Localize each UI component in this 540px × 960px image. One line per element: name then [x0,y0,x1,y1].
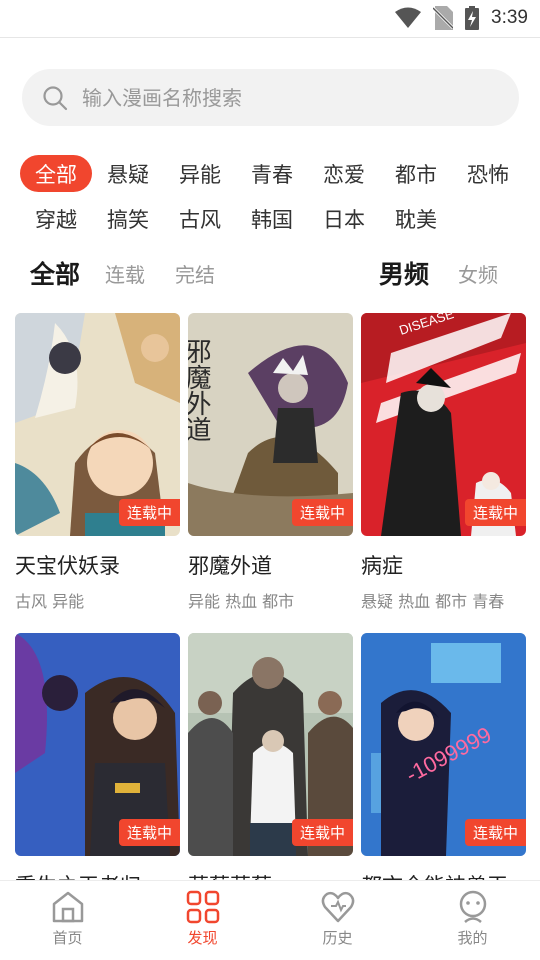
tab-label: 我的 [457,929,488,947]
comic-card[interactable]: -1099999 连载中 都市全能神兽王 [361,633,526,880]
genre-chip-all[interactable]: 全部 [20,155,92,192]
status-badge: 连载中 [118,499,180,526]
genre-chip-horror[interactable]: 恐怖 [452,155,524,192]
comic-tags: 异能 热血 都市 [188,592,295,611]
comic-card[interactable]: 连载中 天宝伏妖录 古风 异能 [15,313,180,612]
genre-chip-romance[interactable]: 恋爱 [308,155,380,192]
genre-chip-japan[interactable]: 日本 [308,200,380,237]
genre-chip-time-travel[interactable]: 穿越 [20,200,92,237]
tab-discover[interactable]: 发现 [135,881,270,960]
battery-charging-icon [465,6,480,30]
comic-title[interactable]: 病症 [361,550,526,580]
no-sim-icon [433,6,454,30]
comic-title[interactable]: 邪魔外道 [188,550,353,580]
cover-title-art: 邪魔外道 [188,338,211,442]
comic-cover[interactable]: 连载中 [15,633,180,856]
comic-title[interactable]: 都市全能神兽王 [361,870,526,880]
comic-card[interactable]: 邪魔外道 连载中 邪魔外道 异能 热血 都市 [188,313,353,612]
genre-chip-superpower[interactable]: 异能 [164,155,236,192]
search-bar[interactable] [22,69,519,126]
genre-chip-youth[interactable]: 青春 [236,155,308,192]
filter-ongoing[interactable]: 连载 [105,252,145,298]
tab-label: 首页 [52,929,83,947]
filter-completed[interactable]: 完结 [175,252,215,298]
comic-cover[interactable]: -1099999 连载中 [361,633,526,856]
status-badge: 连载中 [464,499,526,526]
comic-grid: 连载中 天宝伏妖录 古风 异能 邪魔外道 连载中 邪魔外道 异能 热血 都市 D… [15,313,526,880]
comic-title[interactable]: 天宝伏妖录 [15,550,180,580]
status-badge: 连载中 [291,499,353,526]
status-badge: 连载中 [291,819,353,846]
comic-tags: 悬疑 热血 都市 青春 [361,592,505,611]
history-heart-icon [321,891,354,923]
bottom-tab-bar: 首页 发现 历史 我的 [0,880,540,960]
filter-male[interactable]: 男频 [379,252,429,298]
genre-filter: 全部 悬疑 异能 青春 恋爱 都市 恐怖 穿越 搞笑 古风 韩国 日本 耽美 [20,155,525,237]
comic-title[interactable]: 重生之王者归 [15,870,180,880]
comic-cover[interactable]: 连载中 [15,313,180,536]
wifi-icon [395,7,422,28]
header-divider [0,37,540,38]
discover-icon [186,890,219,924]
status-time: 3:39 [491,7,528,28]
status-badge: 连载中 [118,819,180,846]
comic-tags: 古风 异能 [15,592,85,611]
tab-profile[interactable]: 我的 [405,881,540,960]
search-icon [43,85,68,110]
filter-female[interactable]: 女频 [458,252,498,298]
sort-filters: 全部 连载 完结 男频 女频 [30,252,510,298]
genre-chip-suspense[interactable]: 悬疑 [92,155,164,192]
genre-chip-ancient[interactable]: 古风 [164,200,236,237]
tab-label: 发现 [187,929,218,947]
comic-cover[interactable]: 连载中 [188,633,353,856]
tab-label: 历史 [322,929,353,947]
tab-history[interactable]: 历史 [270,881,405,960]
genre-chip-korea[interactable]: 韩国 [236,200,308,237]
status-bar: 3:39 [0,0,540,36]
tab-home[interactable]: 首页 [0,881,135,960]
genre-chip-bl[interactable]: 耽美 [380,200,452,237]
comic-cover[interactable]: DISEASE 连载中 [361,313,526,536]
comic-title[interactable]: 草莓草莓 [188,870,353,880]
comic-card[interactable]: 连载中 草莓草莓 [188,633,353,880]
genre-chip-comedy[interactable]: 搞笑 [92,200,164,237]
comic-card[interactable]: 连载中 重生之王者归 [15,633,180,880]
genre-chip-urban[interactable]: 都市 [380,155,452,192]
search-input[interactable] [82,85,502,110]
status-badge: 连载中 [464,819,526,846]
comic-card[interactable]: DISEASE 连载中 病症 悬疑 热血 都市 青春 [361,313,526,612]
home-icon [52,891,83,923]
profile-icon [459,890,486,923]
comic-cover[interactable]: 邪魔外道 连载中 [188,313,353,536]
filter-all[interactable]: 全部 [30,252,80,298]
